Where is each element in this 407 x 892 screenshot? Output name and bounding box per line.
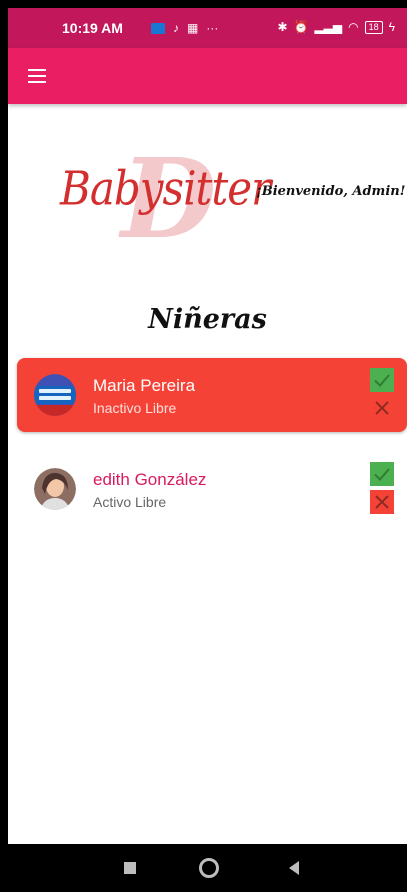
approve-button[interactable] [370, 368, 394, 392]
approve-button[interactable] [370, 462, 394, 486]
app-screen: 10:19 AM ♪ ▦ ··· ✱ ⏰ ▂▃▅ ◠ 18 ϟ D Babysi… [8, 8, 407, 844]
welcome-text: ¡Bienvenido, Admin! [256, 184, 406, 199]
status-bar: 10:19 AM ♪ ▦ ··· ✱ ⏰ ▂▃▅ ◠ 18 ϟ [8, 8, 407, 48]
babysitter-item-edith[interactable]: edith González Activo Libre [17, 452, 407, 526]
square-icon[interactable] [124, 862, 136, 874]
battery-level: 18 [364, 20, 383, 34]
logo-text: Babysitter [60, 161, 271, 216]
hamburger-menu-icon[interactable] [28, 69, 46, 83]
wifi-icon: ◠ [348, 20, 359, 34]
notification-icons: ♪ ▦ ··· [151, 21, 218, 35]
signal-icon: ▂▃▅ [314, 20, 343, 34]
reject-button[interactable] [370, 490, 394, 514]
babysitter-status: Inactivo Libre [93, 400, 177, 416]
babysitter-logo: D Babysitter [58, 144, 271, 254]
babysitter-item-maria[interactable]: Maria Pereira Inactivo Libre [17, 358, 407, 432]
status-time: 10:19 AM [62, 20, 123, 36]
app-bar [8, 48, 407, 104]
close-icon [375, 401, 389, 415]
avatar [34, 468, 76, 510]
charging-icon: ϟ [388, 20, 395, 34]
babysitter-name: Maria Pereira [93, 376, 196, 395]
babysitter-name: edith González [93, 470, 207, 489]
section-title: Niñeras [148, 304, 267, 335]
avatar [34, 374, 76, 416]
app-icon: ▦ [187, 21, 199, 35]
back-triangle-icon[interactable] [289, 861, 299, 875]
babysitter-status: Activo Libre [93, 494, 167, 510]
tiktok-icon: ♪ [173, 21, 179, 35]
more-notifications: ··· [206, 21, 219, 35]
system-icons: ✱ ⏰ ▂▃▅ ◠ 18 ϟ [277, 20, 395, 34]
bluetooth-icon: ✱ [277, 20, 288, 34]
reject-button[interactable] [370, 396, 394, 420]
alarm-icon: ⏰ [293, 20, 309, 34]
circle-icon[interactable] [199, 858, 219, 878]
system-nav-bar [0, 844, 407, 892]
notification-icon [151, 22, 165, 34]
